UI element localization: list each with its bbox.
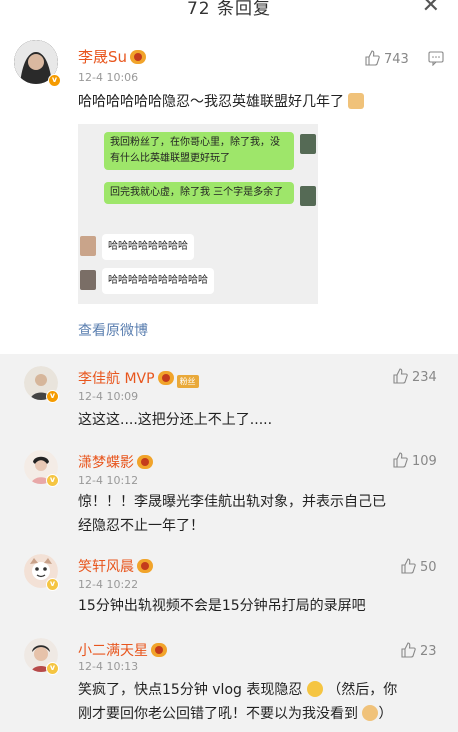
commenter-name[interactable]: 李晟Su [78,46,147,67]
comment-time: 12-4 10:06 [78,71,139,84]
chat-bubble: 我回粉丝了，在你哥心里，除了我，没有什么比英雄联盟更好玩了 [104,132,294,170]
emoji-icon [362,705,379,721]
close-icon[interactable]: ✕ [422,0,440,17]
comment-text-part: 刚才要回你老公回错了吼！不要以为我没看到 [78,706,358,722]
like-count: 743 [384,52,409,67]
main-comment: v 李晟Su 12-4 10:06 743 哈哈哈哈哈哈隐忍～我忍英雄联盟好几年… [0,26,458,354]
thumbs-up-icon [401,642,416,658]
commenter-name[interactable]: 笑轩风晨 [78,556,153,576]
thumbs-up-icon [365,50,380,66]
verified-badge-icon: v [46,390,59,403]
verified-badge-icon: v [46,474,59,487]
like-button[interactable]: 109 [392,452,437,469]
like-button[interactable]: 23 [400,642,437,659]
comment-text-content: 哈哈哈哈哈哈隐忍～我忍英雄联盟好几年了 [78,94,344,110]
commenter-name[interactable]: 李佳航 MVP 粉丝 [78,368,199,388]
comment-time: 12-4 10:22 [78,578,139,591]
chat-avatar [80,270,96,290]
thumbs-up-icon [393,452,408,468]
view-original-link[interactable]: 查看原微博 [78,320,148,340]
commenter-name-text: 李佳航 MVP [78,371,155,387]
chat-bubble: 哈哈哈哈哈哈哈哈 [102,234,194,260]
commenter-name[interactable]: 小二满天星 [78,640,167,660]
thumbs-up-icon [393,368,408,384]
replies-list: v 李佳航 MVP 粉丝 12-4 10:09 234 这这这....这把分还上不… [0,354,458,732]
emoji-icon [348,93,365,109]
vip-icon [157,371,174,385]
chat-avatar [300,134,316,154]
page-title: 72 条回复 [186,0,272,19]
comment-time: 12-4 10:09 [78,390,139,403]
chat-screenshot[interactable]: 我回粉丝了，在你哥心里，除了我，没有什么比英雄联盟更好玩了 回完我就心虚，除了我… [78,124,318,304]
comment-text: 15分钟出轨视频不会是15分钟吊打局的录屏吧 [78,598,366,614]
like-count: 50 [420,560,437,575]
chat-bubble: 哈哈哈哈哈哈哈哈哈哈 [102,268,214,294]
like-button[interactable]: 50 [400,558,437,575]
verified-badge-icon: v [46,578,59,591]
fan-badge: 粉丝 [176,375,199,388]
comment-text-line: 经隐忍不止一年了！ [78,518,204,534]
vip-icon [151,643,167,657]
chat-avatar [300,186,316,206]
like-count: 109 [412,454,437,469]
comment-text-line: 笑疯了，快点15分钟 vlog 表现隐忍 （然后，你 [78,678,397,702]
comment-text-line: 惊！！！李晟曝光李佳航出轨对象，并表示自己已 [78,494,386,510]
comment-text-part: 笑疯了，快点15分钟 vlog 表现隐忍 [78,682,303,698]
comment-time: 12-4 10:12 [78,474,139,487]
commenter-name-text: 李晟Su [78,48,128,66]
comment-text-part: （然后，你 [327,682,398,698]
vip-icon [137,559,153,573]
comment-text: 这这这....这把分还上不上了..... [78,412,273,428]
dialog-header: 72 条回复 ✕ [0,0,458,22]
vip-icon [130,50,147,64]
like-count: 234 [412,370,437,385]
comment-text-line: 刚才要回你老公回错了吼！不要以为我没看到 ） [78,702,392,726]
comment-time: 12-4 10:13 [78,660,139,673]
closing-paren: ） [378,706,393,722]
commenter-name-text: 潇梦蝶影 [78,455,134,471]
chat-bubble: 回完我就心虚，除了我 三个字是多余了 [104,182,294,204]
commenter-name-text: 小二满天星 [78,643,148,659]
vip-icon [137,455,153,469]
verified-badge-icon: v [48,74,61,87]
thumbs-up-icon [401,558,416,574]
emoji-icon [306,681,323,697]
chat-avatar [80,236,96,256]
commenter-name-text: 笑轩风晨 [78,559,134,575]
verified-badge-icon: v [46,662,59,675]
commenter-name[interactable]: 潇梦蝶影 [78,452,153,472]
like-count: 23 [420,644,437,659]
like-button[interactable]: 234 [392,368,437,385]
comment-text: 哈哈哈哈哈哈隐忍～我忍英雄联盟好几年了 [78,90,365,114]
reply-icon[interactable] [428,50,444,70]
like-button[interactable]: 743 [364,50,409,67]
